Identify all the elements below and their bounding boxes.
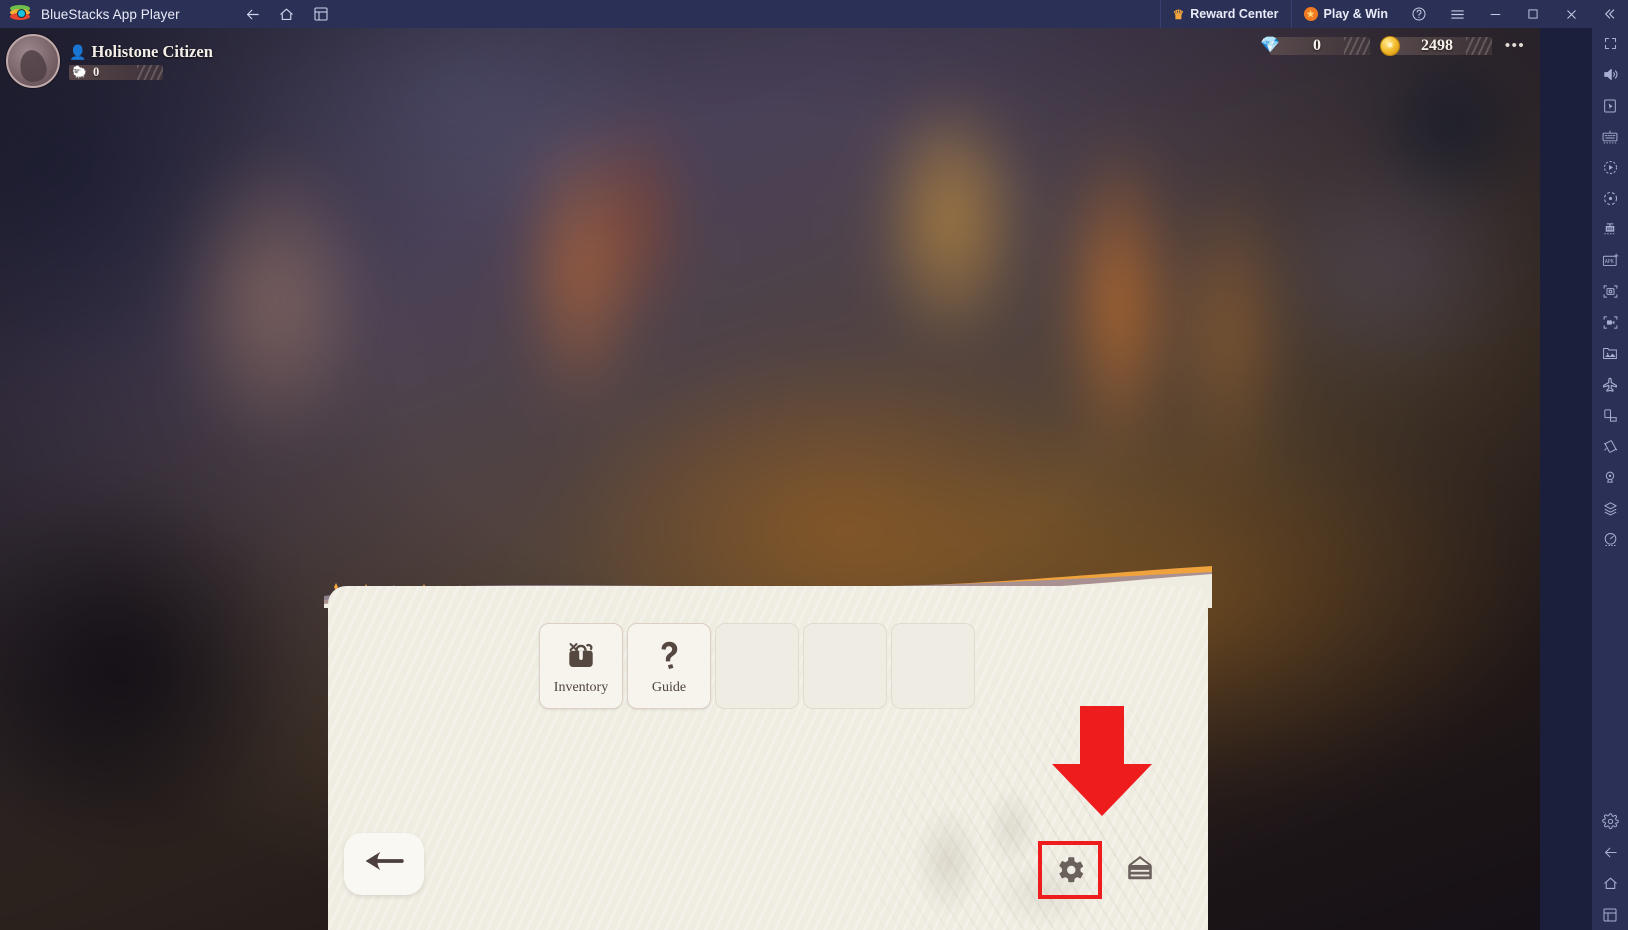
menu-tile-row: Inventory Guide bbox=[539, 623, 975, 709]
sidebar-item-performance[interactable] bbox=[1592, 524, 1628, 555]
bust-silhouette-icon: 👤 bbox=[69, 44, 87, 60]
sidebar-item-layers[interactable] bbox=[1592, 493, 1628, 524]
orange-star-badge-icon: ★ bbox=[1303, 7, 1318, 21]
sidebar-item-screenshot[interactable] bbox=[1592, 276, 1628, 307]
sidebar-item-shake[interactable] bbox=[1592, 431, 1628, 462]
sidebar-item-settings[interactable] bbox=[1592, 806, 1628, 837]
sidebar-item-rotate[interactable] bbox=[1592, 400, 1628, 431]
sidebar-item-recents[interactable] bbox=[1592, 899, 1628, 930]
titlebar-recents-button[interactable] bbox=[304, 0, 338, 28]
backpack-icon bbox=[563, 638, 599, 678]
tile-locked-slot-2[interactable] bbox=[803, 623, 887, 709]
titlebar-back-button[interactable] bbox=[236, 0, 270, 28]
tile-guide[interactable]: Guide bbox=[627, 623, 711, 709]
sheep-icon: 🐑 bbox=[72, 65, 87, 79]
game-viewport[interactable]: 👤 Holistone Citizen 🐑 0 💎 0 ✷ 2498 ••• I… bbox=[0, 28, 1540, 930]
reward-center-button[interactable]: ♛ Reward Center bbox=[1159, 0, 1291, 28]
player-name: Holistone Citizen bbox=[91, 42, 213, 61]
coin-value: 2498 bbox=[1421, 37, 1453, 54]
more-dots-icon[interactable]: ••• bbox=[1502, 36, 1528, 56]
sidebar-item-home[interactable] bbox=[1592, 868, 1628, 899]
sidebar-item-screen-record[interactable] bbox=[1592, 307, 1628, 338]
svg-text:APK: APK bbox=[1604, 259, 1613, 265]
panel-back-button[interactable] bbox=[344, 833, 424, 895]
arrow-left-icon bbox=[362, 848, 406, 880]
sidebar-item-fullscreen[interactable] bbox=[1592, 28, 1628, 59]
menu-button[interactable] bbox=[1438, 0, 1476, 28]
play-and-win-label: Play & Win bbox=[1323, 7, 1388, 21]
tile-locked-slot-3[interactable] bbox=[891, 623, 975, 709]
crown-icon: ♛ bbox=[1172, 6, 1185, 22]
player-hud: 👤 Holistone Citizen 🐑 0 bbox=[6, 34, 213, 88]
bluestacks-titlebar: BlueStacks App Player ♛ Reward Center ★ … bbox=[0, 0, 1628, 28]
gem-currency[interactable]: 💎 0 bbox=[1258, 36, 1370, 56]
sidebar-item-keyboard-controls[interactable] bbox=[1592, 121, 1628, 152]
gold-coin-icon: ✷ bbox=[1380, 36, 1400, 56]
sidebar-item-eco-mode[interactable] bbox=[1592, 369, 1628, 400]
maximize-button[interactable] bbox=[1514, 0, 1552, 28]
tile-inventory[interactable]: Inventory bbox=[539, 623, 623, 709]
titlebar-right-group: ♛ Reward Center ★ Play & Win bbox=[1159, 0, 1628, 28]
sidebar-item-back[interactable] bbox=[1592, 837, 1628, 868]
diamond-gem-icon: 💎 bbox=[1260, 37, 1280, 54]
bluestacks-sidebar: APK bbox=[1592, 28, 1628, 930]
collapse-sidebar-button[interactable] bbox=[1590, 0, 1628, 28]
coin-currency[interactable]: ✷ 2498 bbox=[1380, 36, 1492, 56]
player-hud-text: 👤 Holistone Citizen 🐑 0 bbox=[69, 42, 213, 80]
question-mark-icon bbox=[652, 638, 686, 678]
tile-label: Inventory bbox=[553, 679, 609, 695]
app-title: BlueStacks App Player bbox=[41, 6, 180, 22]
sidebar-item-location[interactable] bbox=[1592, 462, 1628, 493]
sidebar-item-install-apk[interactable]: APK bbox=[1592, 245, 1628, 276]
sidebar-item-script[interactable] bbox=[1592, 183, 1628, 214]
titlebar-nav-group bbox=[236, 0, 338, 28]
reward-center-label: Reward Center bbox=[1190, 7, 1279, 21]
sidebar-item-media-manager[interactable] bbox=[1592, 338, 1628, 369]
sidebar-item-multi-instance-manager[interactable] bbox=[1592, 214, 1628, 245]
player-stat-value: 0 bbox=[93, 65, 100, 79]
play-and-win-button[interactable]: ★ Play & Win bbox=[1290, 0, 1400, 28]
minimize-button[interactable] bbox=[1476, 0, 1514, 28]
sidebar-item-volume[interactable] bbox=[1592, 59, 1628, 90]
panel-action-row bbox=[1038, 841, 1170, 899]
sidebar-item-pointer-controls[interactable] bbox=[1592, 90, 1628, 121]
red-down-arrow bbox=[1050, 706, 1154, 816]
help-button[interactable] bbox=[1400, 0, 1438, 28]
player-stat-bar: 🐑 0 bbox=[69, 65, 163, 80]
currency-hud: 💎 0 ✷ 2498 ••• bbox=[1258, 36, 1528, 56]
gem-value: 0 bbox=[1313, 37, 1321, 54]
close-button[interactable] bbox=[1552, 0, 1590, 28]
tile-label: Guide bbox=[651, 679, 687, 695]
notice-board-button[interactable] bbox=[1110, 843, 1170, 897]
player-avatar[interactable] bbox=[6, 34, 60, 88]
titlebar-home-button[interactable] bbox=[270, 0, 304, 28]
settings-button[interactable] bbox=[1038, 841, 1102, 899]
tile-locked-slot-1[interactable] bbox=[715, 623, 799, 709]
sidebar-item-macro-recorder[interactable] bbox=[1592, 152, 1628, 183]
bluestacks-logo bbox=[8, 3, 34, 25]
player-name-row: 👤 Holistone Citizen bbox=[69, 42, 213, 62]
